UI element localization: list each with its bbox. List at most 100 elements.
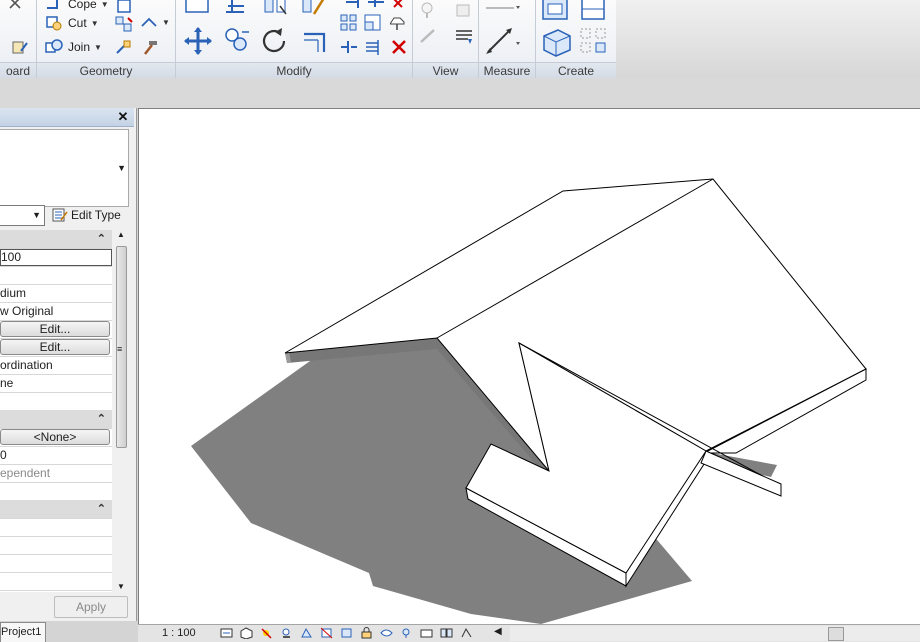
chevron-down-icon: ▼ — [32, 210, 41, 220]
property-value: ordination — [0, 358, 53, 372]
property-edit-button[interactable]: Edit... — [0, 321, 110, 337]
lock-view-icon[interactable] — [360, 627, 373, 639]
property-row[interactable]: <None> — [0, 428, 112, 447]
create-group-icon[interactable] — [540, 26, 574, 61]
property-edit-button[interactable]: <None> — [0, 429, 110, 445]
properties-scrollbar[interactable]: ▲ ≡ ▼ — [114, 230, 128, 592]
collapse-chevron-icon[interactable]: ⌃ — [97, 230, 106, 248]
split-gap-icon[interactable] — [340, 38, 358, 59]
property-row[interactable]: Edit... — [0, 338, 112, 357]
property-edit-button[interactable]: Edit... — [0, 339, 110, 355]
horizontal-scrollbar[interactable] — [510, 626, 920, 641]
split-icon[interactable] — [366, 0, 386, 13]
cope-icon — [44, 0, 64, 14]
property-row: dium — [0, 284, 112, 303]
close-icon[interactable]: ✕ — [116, 109, 130, 125]
override-graphics-icon[interactable] — [454, 0, 474, 23]
roof-model — [191, 178, 867, 624]
measure-along-icon[interactable] — [484, 24, 520, 61]
demolish-hammer-icon[interactable] — [140, 37, 160, 60]
property-row — [0, 554, 112, 573]
sun-path-icon[interactable] — [260, 627, 273, 639]
trim-multiple-icon[interactable] — [364, 38, 382, 59]
measure-between-icon[interactable] — [484, 0, 520, 19]
chevron-down-icon[interactable]: ▼ — [117, 163, 126, 173]
3d-view-canvas[interactable] — [138, 108, 920, 624]
tab-project-browser[interactable]: Project1 — [0, 622, 46, 642]
rotate-icon[interactable] — [260, 26, 290, 59]
trim-corner-icon[interactable] — [300, 26, 330, 59]
property-value: dium — [0, 286, 27, 300]
chevron-left-icon[interactable]: ◀ — [494, 626, 502, 637]
modify-panel-title: Modify — [176, 62, 412, 79]
properties-title-bar[interactable]: ✕ — [0, 108, 134, 127]
crop-view-icon[interactable] — [320, 627, 333, 639]
delete-icon[interactable] — [390, 38, 408, 59]
property-group-header[interactable]: ⌃ — [0, 230, 112, 249]
shadows-icon[interactable] — [280, 627, 293, 639]
edit-type-button[interactable]: Edit Type — [52, 206, 128, 224]
array-icon[interactable] — [340, 14, 358, 35]
property-group-header[interactable]: ⌃ — [0, 500, 112, 519]
instance-filter-dropdown[interactable]: ▼ — [0, 205, 45, 226]
property-row: 0 — [0, 446, 112, 465]
filter-list-icon[interactable] — [454, 28, 474, 49]
scroll-down-icon[interactable]: ▼ — [117, 582, 125, 591]
create-assembly-icon[interactable] — [540, 0, 572, 25]
property-row — [0, 392, 112, 411]
join-label: Join — [68, 40, 91, 54]
type-selector[interactable]: ▼ — [0, 129, 129, 207]
join-geometry-button[interactable]: Join ▼ — [44, 37, 102, 57]
analytical-model-icon[interactable] — [460, 627, 473, 639]
join-roof-icon[interactable]: ▼ — [140, 14, 170, 37]
scroll-grip-icon: ≡ — [117, 344, 123, 354]
paste-format-icon[interactable] — [10, 37, 30, 60]
chevron-down-icon: ▼ — [162, 18, 170, 27]
collapse-chevron-icon[interactable]: ⌃ — [97, 410, 106, 428]
align-icon[interactable] — [184, 0, 212, 21]
temp-hide-icon[interactable] — [380, 627, 393, 639]
create-parts-icon[interactable] — [578, 0, 610, 25]
mirror-draw-axis-icon[interactable] — [300, 0, 328, 21]
show-crop-icon[interactable] — [340, 627, 353, 639]
scroll-up-icon[interactable]: ▲ — [117, 230, 125, 239]
cut-label: Cut — [68, 16, 87, 30]
split-face-icon[interactable] — [114, 14, 134, 37]
trim-extend-icon[interactable] — [344, 0, 364, 13]
property-row[interactable]: Edit... — [0, 320, 112, 339]
property-group-header[interactable]: ⌃ — [0, 410, 112, 429]
detail-level-icon[interactable] — [220, 627, 233, 639]
collapse-chevron-icon[interactable]: ⌃ — [97, 500, 106, 518]
apply-button[interactable]: Apply — [54, 596, 128, 618]
scale-icon[interactable] — [364, 14, 382, 35]
move-icon[interactable] — [184, 26, 212, 59]
property-value: ependent — [0, 466, 51, 480]
property-value: w Original — [0, 304, 54, 318]
chevron-down-icon: ▼ — [90, 18, 99, 28]
worksharing-icon[interactable] — [440, 627, 453, 639]
offset-icon[interactable] — [222, 0, 250, 21]
pin-icon[interactable] — [389, 14, 408, 35]
property-row — [0, 266, 112, 285]
cope-button[interactable]: Cope ▼ — [44, 0, 109, 14]
property-value: 100 — [0, 249, 112, 266]
mirror-pick-axis-icon[interactable] — [262, 0, 290, 21]
temp-view-properties-icon[interactable] — [420, 627, 433, 639]
hide-element-icon[interactable] — [418, 0, 440, 23]
copy-icon[interactable] — [222, 26, 252, 59]
cut-icon[interactable] — [6, 0, 26, 17]
linework-icon[interactable] — [418, 26, 440, 49]
scroll-thumb[interactable] — [828, 627, 844, 641]
delete-small-icon[interactable] — [390, 0, 406, 13]
view-control-bar: 1 : 100 ◀ — [138, 624, 920, 642]
paint-icon[interactable] — [114, 37, 134, 60]
similar-placement-icon[interactable] — [578, 26, 610, 59]
visual-style-icon[interactable] — [240, 627, 253, 640]
view-scale[interactable]: 1 : 100 — [162, 626, 196, 641]
reveal-hidden-icon[interactable] — [400, 627, 413, 639]
cut-geometry-button[interactable]: Cut ▼ — [44, 13, 99, 33]
property-row — [0, 572, 112, 591]
chevron-down-icon: ▼ — [94, 42, 102, 52]
render-icon[interactable] — [300, 627, 313, 639]
cut-geometry-icon — [44, 13, 64, 33]
